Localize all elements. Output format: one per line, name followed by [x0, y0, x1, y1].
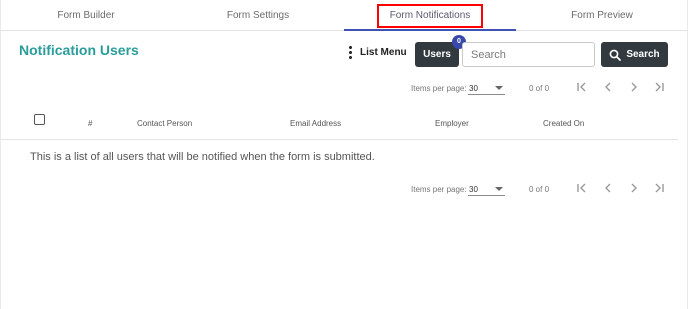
search-button-label: Search	[626, 49, 660, 60]
first-page-icon[interactable]	[575, 181, 589, 195]
chevron-left-icon[interactable]	[601, 80, 615, 94]
page-range-label: 0 of 0	[529, 185, 550, 194]
table-header: # Contact Person Email Address Employer …	[0, 108, 678, 140]
caret-down-icon	[495, 86, 503, 90]
tab-label: Form Preview	[571, 10, 633, 21]
page-range-label: 0 of 0	[529, 84, 550, 93]
tab-label: Form Builder	[57, 10, 115, 21]
column-header-email-address: Email Address	[290, 119, 342, 128]
first-page-icon[interactable]	[575, 80, 589, 94]
form-tabs: Form Builder Form Settings Form Notifica…	[0, 0, 688, 31]
items-per-page-value: 30	[469, 84, 478, 93]
select-all-checkbox[interactable]	[34, 114, 45, 125]
chevron-left-icon[interactable]	[601, 181, 615, 195]
column-header-created-on: Created On	[543, 119, 585, 128]
items-per-page-label: Items per page:	[411, 185, 467, 194]
tab-form-preview[interactable]: Form Preview	[516, 0, 688, 30]
tab-form-builder[interactable]: Form Builder	[0, 0, 172, 30]
search-button[interactable]: Search	[601, 42, 668, 67]
items-per-page-select[interactable]: 30	[468, 180, 505, 196]
column-header-index: #	[88, 119, 93, 128]
list-menu-button[interactable]: List Menu	[349, 46, 407, 59]
column-header-employer: Employer	[435, 119, 469, 128]
caret-down-icon	[495, 187, 503, 191]
empty-table-message: This is a list of all users that will be…	[30, 151, 375, 163]
last-page-icon[interactable]	[652, 80, 666, 94]
last-page-icon[interactable]	[652, 181, 666, 195]
chevron-right-icon[interactable]	[627, 80, 641, 94]
tab-label-highlighted: Form Notifications	[376, 4, 484, 28]
items-per-page-label: Items per page:	[411, 84, 467, 93]
page-title: Notification Users	[19, 42, 139, 58]
column-header-contact-person: Contact Person	[137, 119, 193, 128]
items-per-page-value: 30	[469, 185, 478, 194]
paginator-top: Items per page: 30 0 of 0	[0, 79, 688, 99]
magnifier-icon	[609, 49, 622, 61]
search-input[interactable]	[462, 42, 595, 67]
tab-form-notifications[interactable]: Form Notifications	[344, 0, 516, 31]
kebab-vertical-icon	[349, 46, 352, 59]
tab-form-settings[interactable]: Form Settings	[172, 0, 344, 30]
chevron-right-icon[interactable]	[627, 181, 641, 195]
tab-label: Form Settings	[226, 10, 290, 21]
paginator-bottom: Items per page: 30 0 of 0	[0, 180, 688, 200]
list-menu-label: List Menu	[360, 47, 407, 58]
items-per-page-select[interactable]: 30	[468, 79, 505, 95]
